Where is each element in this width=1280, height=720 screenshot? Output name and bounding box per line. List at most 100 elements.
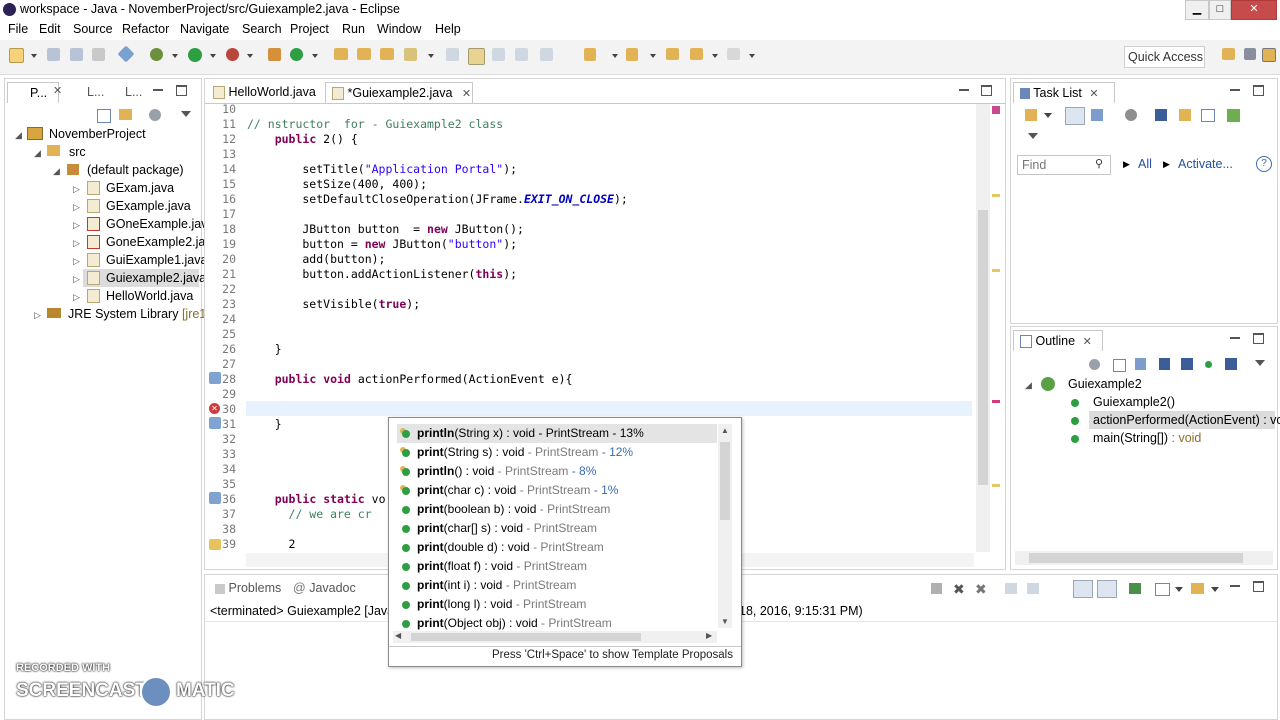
scroll-down-arrow-icon[interactable]: ▼ [721,617,729,626]
outline-hscrollbar-thumb[interactable] [1029,553,1243,563]
tab-package-explorer[interactable]: P... [7,82,59,103]
menu-run[interactable]: Run [342,22,365,36]
show-whitespace-icon[interactable] [515,48,528,61]
collapsed-arrow-icon[interactable]: ▷ [73,274,80,285]
completion-item[interactable]: println() : void - PrintStream - 8% [397,462,717,481]
toggle-word-wrap-icon[interactable] [468,48,485,65]
tab-helloworld[interactable]: HelloWorld.java [207,82,327,102]
tree-item-file[interactable]: GoneExample2.jav [106,233,212,251]
run-last-tool-icon[interactable] [226,48,239,61]
save-icon[interactable] [47,48,60,61]
java-ee-perspective-icon[interactable] [1244,48,1256,60]
code-line[interactable]: setDefaultCloseOperation(JFrame.EXIT_ON_… [247,192,627,206]
collapsed-arrow-icon[interactable]: ▷ [73,238,80,249]
completion-item[interactable]: print(long l) : void - PrintStream [397,595,717,614]
forward-arrow-icon[interactable] [727,48,740,60]
completion-item[interactable]: print(boolean b) : void - PrintStream [397,500,717,519]
chevron-down-icon[interactable] [612,54,618,58]
last-edit-location-icon[interactable] [666,48,679,60]
activate-link[interactable]: Activate... [1178,157,1233,171]
minimize-icon[interactable] [1230,89,1240,91]
tree-item-src[interactable]: src [69,143,86,161]
menu-navigate[interactable]: Navigate [180,22,229,36]
open-type-icon[interactable] [334,48,348,60]
expand-arrow-icon[interactable]: ◢ [15,130,22,141]
tree-item-file[interactable]: GOneExample.jav [106,215,207,233]
view-menu-icon[interactable] [149,109,161,121]
code-line[interactable]: setTitle("Application Portal"); [247,162,517,176]
outline-member[interactable]: main(String[]) : void [1093,429,1201,447]
scroll-right-arrow-icon[interactable]: ▶ [706,631,712,640]
synchronize-icon[interactable] [1227,109,1240,122]
chevron-down-icon[interactable] [181,111,191,117]
collapsed-arrow-icon[interactable]: ▷ [73,202,80,213]
run-icon[interactable] [188,48,202,62]
code-line[interactable]: button = new JButton("button"); [247,237,517,251]
toggle-mark-icon[interactable] [446,48,459,61]
close-icon[interactable]: ✕ [1089,88,1098,100]
search-icon[interactable]: ⚲ [1095,157,1103,170]
chevron-down-icon[interactable] [749,54,755,58]
skip-breakpoints-icon[interactable] [117,45,135,63]
tree-item-file[interactable]: GuiExample1.java [106,251,207,269]
quick-access-field[interactable]: Quick Access [1124,46,1205,68]
minimize-icon[interactable] [1230,337,1240,339]
popup-hscrollbar-thumb[interactable] [411,633,641,641]
new-icon[interactable] [9,48,24,63]
debug-icon[interactable] [150,48,163,61]
code-line[interactable]: setVisible(true); [247,297,420,311]
tree-item-file[interactable]: GExample.java [106,197,191,215]
collapsed-arrow-icon[interactable]: ▷ [73,292,80,303]
tree-item-jre-library[interactable]: JRE System Library [jre1.8 [68,305,217,323]
chevron-down-icon[interactable] [1211,587,1219,592]
menu-refactor[interactable]: Refactor [122,22,169,36]
completion-item[interactable]: print(int i) : void - PrintStream [397,576,717,595]
paragraph-icon[interactable] [540,48,553,61]
tree-item-file-selected[interactable]: Guiexample2.java [106,269,206,287]
close-icon[interactable]: ✕ [462,88,471,100]
chevron-down-icon[interactable] [650,54,656,58]
maximize-icon[interactable] [176,85,187,96]
code-line[interactable]: public static vo [247,492,386,506]
completion-item[interactable]: print(char c) : void - PrintStream - 1% [397,481,717,500]
hide-nonpublic-icon[interactable] [1181,358,1193,370]
completion-item[interactable]: print(char[] s) : void - PrintStream [397,519,717,538]
maximize-icon[interactable] [1253,333,1264,344]
outline-member-selected[interactable]: actionPerformed(ActionEvent) : vo [1093,411,1280,429]
tab-javadoc[interactable]: @ Javadoc [287,578,356,598]
chevron-down-icon[interactable] [712,54,718,58]
chevron-down-icon[interactable] [1028,133,1038,139]
scroll-left-arrow-icon[interactable]: ◀ [395,631,401,640]
chevron-down-icon[interactable] [210,54,216,58]
code-line[interactable]: } [247,342,282,356]
open-perspective-icon[interactable] [1222,48,1235,60]
help-icon[interactable]: ? [1256,156,1272,172]
code-line[interactable]: // nstructor for - Guiexample2 class [247,117,503,131]
minimize-icon[interactable] [959,89,969,91]
hide-fields-icon[interactable] [1089,359,1100,370]
show-on-error-icon[interactable] [1097,580,1117,598]
back-arrow-icon[interactable] [690,48,703,60]
collapse-all-icon[interactable] [1201,109,1215,122]
menu-source[interactable]: Source [73,22,113,36]
hide-static-icon[interactable] [1159,358,1170,370]
tab-outline[interactable]: Outline ✕ [1013,330,1103,351]
terminate-icon[interactable] [931,583,942,594]
new-task-icon[interactable] [1025,109,1037,121]
chevron-down-icon[interactable] [1175,587,1183,592]
maximize-icon[interactable] [981,85,992,96]
chevron-down-icon[interactable] [428,54,434,58]
code-line[interactable]: } [247,417,282,431]
tab-type-hierarchy[interactable]: L... [69,82,104,102]
block-selection-icon[interactable] [492,48,505,61]
hide-completed-icon[interactable] [1155,109,1167,121]
minimize-icon[interactable] [1230,585,1240,587]
open-task-icon[interactable] [357,48,371,60]
new-java-project-icon[interactable] [268,48,281,61]
chevron-down-icon[interactable] [1255,360,1265,366]
collapsed-arrow-icon[interactable]: ▷ [73,220,80,231]
completion-item[interactable]: print(String s) : void - PrintStream - 1… [397,443,717,462]
completion-item[interactable]: print(double d) : void - PrintStream [397,538,717,557]
pin-console-icon[interactable] [1129,583,1141,594]
collapse-all-icon[interactable] [97,109,111,123]
